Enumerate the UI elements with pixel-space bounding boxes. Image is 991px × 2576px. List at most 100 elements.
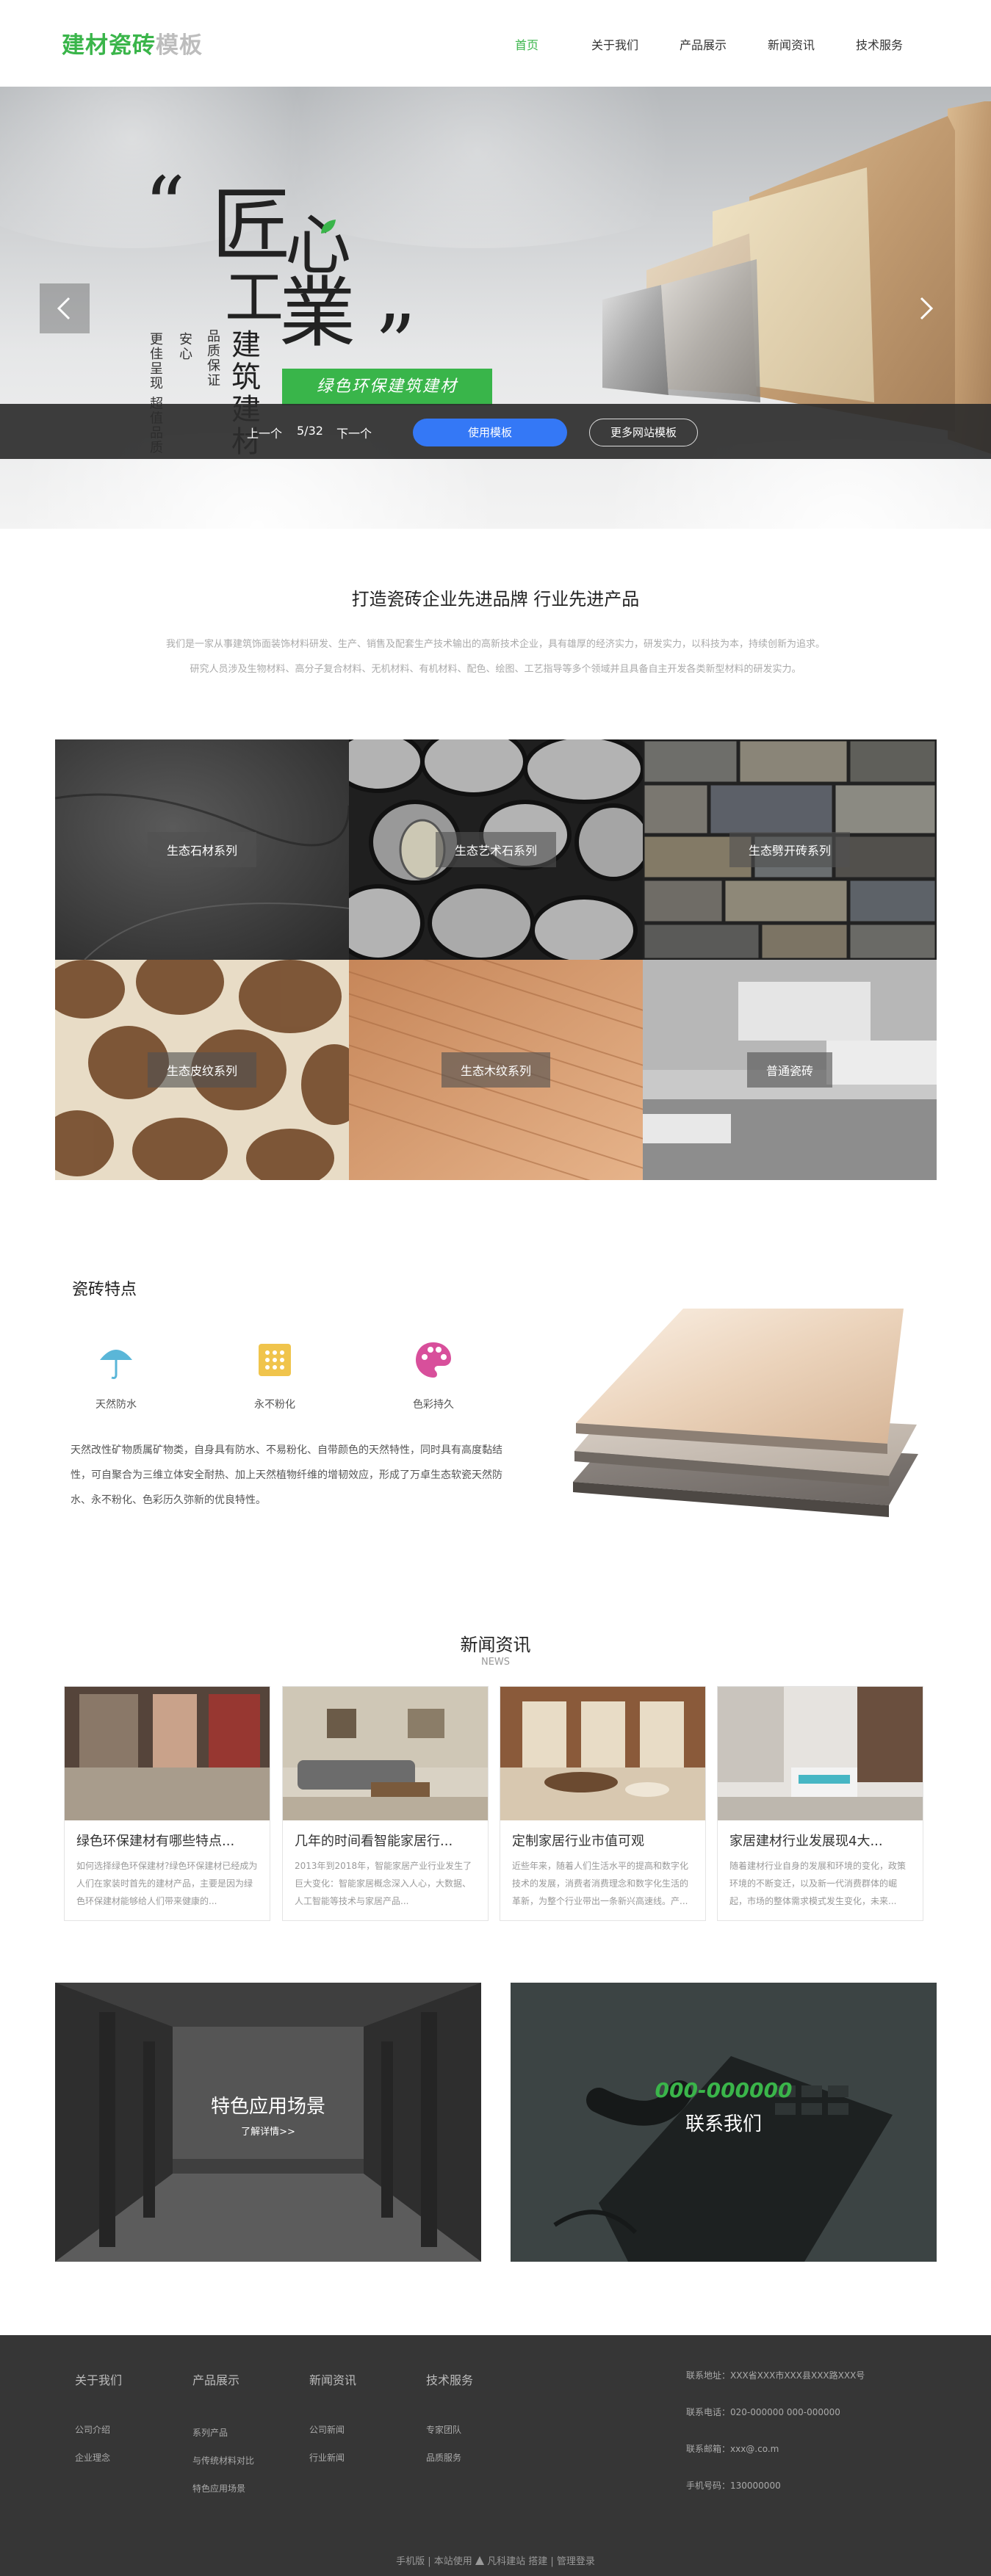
- product-card-leather[interactable]: 生态皮纹系列: [55, 960, 349, 1180]
- news-excerpt: 2013年到2018年，智能家居产业行业发生了巨大变化：智能家居概念深入人心，大…: [295, 1861, 472, 1906]
- green-slogan-tag: 绿色环保建筑建材: [282, 369, 492, 405]
- chevron-left-icon: [57, 297, 71, 320]
- mobile-version-link[interactable]: 手机版: [396, 2556, 425, 2567]
- leaf-icon: [321, 220, 336, 234]
- news-card[interactable]: 绿色环保建材有哪些特点... 如何选择绿色环保建材?绿色环保建材已经成为人们在家…: [64, 1686, 270, 1921]
- news-section-title: 新闻资讯: [460, 1635, 531, 1655]
- product-card-wood[interactable]: 生态木纹系列: [349, 960, 643, 1180]
- product-card-split-brick[interactable]: 生态劈开砖系列: [643, 739, 937, 960]
- features-title: 瓷砖特点: [72, 1281, 137, 1299]
- logo-main-text: 建材瓷砖: [62, 32, 156, 59]
- product-label: 生态艺术石系列: [435, 832, 557, 867]
- site-header: 建材瓷砖模板 首页 关于我们 产品展示 新闻资讯 技术服务: [0, 0, 991, 87]
- promo-detail-link[interactable]: 了解详情>>: [55, 2124, 481, 2138]
- main-nav: 首页 关于我们 产品展示 新闻资讯 技术服务: [483, 35, 923, 53]
- chevron-right-icon: [920, 297, 934, 320]
- product-label: 生态劈开砖系列: [729, 832, 851, 867]
- footer-phone: 联系电话：020-000000 000-000000: [686, 2407, 840, 2417]
- application-scenes-banner[interactable]: 特色应用场景 了解详情>>: [55, 1983, 481, 2262]
- nav-home[interactable]: 首页: [483, 35, 571, 53]
- feature-label: 永不粉化: [254, 1399, 295, 1411]
- footer-heading-tech[interactable]: 技术服务: [426, 2370, 473, 2388]
- char-ye: 業: [279, 268, 356, 358]
- promo-background-image: [55, 1983, 481, 2262]
- use-template-button[interactable]: 使用模板: [413, 419, 567, 446]
- next-template-link[interactable]: 下一个: [336, 424, 372, 441]
- news-card[interactable]: 定制家居行业市值可观 近些年来，随着人们生活水平的提高和数字化技术的发展，消费者…: [500, 1686, 706, 1921]
- fanke-link[interactable]: 凡科建站: [487, 2556, 525, 2567]
- promo-scene-title: 特色应用场景: [210, 2096, 325, 2118]
- footer-link[interactable]: 系列产品: [192, 2426, 228, 2439]
- prev-template-link[interactable]: 上一个: [247, 424, 282, 441]
- char-gong: 工: [225, 264, 284, 332]
- product-card-stone[interactable]: 生态石材系列: [55, 739, 349, 960]
- news-title: 绿色环保建材有哪些特点...: [76, 1834, 235, 1849]
- footer-heading-products[interactable]: 产品展示: [192, 2370, 239, 2388]
- footer-link[interactable]: 公司介绍: [75, 2423, 110, 2436]
- feature-label: 色彩持久: [413, 1399, 454, 1411]
- news-section-subtitle: NEWS: [480, 1657, 511, 1668]
- fanke-logo-icon: [475, 2556, 484, 2565]
- logo-sub-text: 模板: [156, 32, 203, 59]
- prev-slide-button[interactable]: [40, 283, 90, 333]
- feature-label: 天然防水: [96, 1399, 137, 1411]
- news-card[interactable]: 几年的时间看智能家居行... 2013年到2018年，智能家居产业行业发生了巨大…: [282, 1686, 489, 1921]
- more-templates-button[interactable]: 更多网站模板: [589, 419, 698, 446]
- news-excerpt: 随着建材行业自身的发展和环境的变化，政策环境的不断变迁，以及新一代消费群体的崛起…: [729, 1861, 907, 1906]
- intro-paragraph-1: 我们是一家从事建筑饰面装饰材料研发、生产、销售及配套生产技术输出的高新技术企业，…: [165, 639, 825, 650]
- footer-address: 联系地址：XXX省XXX市XXX县XXX路XXX号: [686, 2370, 865, 2381]
- footer-mobile: 手机号码：130000000: [686, 2481, 781, 2491]
- hero-banner: “ 匠 心 工 業 ” 建筑建材 品质保证 安心 更佳呈现 超值品质 绿色环保建…: [0, 87, 991, 529]
- footer-link[interactable]: 特色应用场景: [192, 2482, 245, 2494]
- nav-products[interactable]: 产品展示: [659, 35, 747, 53]
- site-logo[interactable]: 建材瓷砖模板: [62, 26, 203, 59]
- intro-title: 打造瓷砖企业先进品牌 行业先进产品: [351, 589, 640, 609]
- news-image: [718, 1687, 923, 1820]
- footer-heading-news[interactable]: 新闻资讯: [309, 2370, 356, 2388]
- product-label: 生态皮纹系列: [147, 1052, 257, 1088]
- product-label: 生态石材系列: [147, 832, 257, 867]
- product-card-ordinary-tile[interactable]: 普通瓷砖: [643, 960, 937, 1180]
- news-image: [500, 1687, 705, 1820]
- news-excerpt: 如何选择绿色环保建材?绿色环保建材已经成为人们在家装时首先的建材产品，主要是因为…: [76, 1861, 258, 1906]
- nav-tech-service[interactable]: 技术服务: [835, 35, 923, 53]
- footer-link[interactable]: 企业理念: [75, 2451, 110, 2464]
- news-image: [283, 1687, 488, 1820]
- nav-news[interactable]: 新闻资讯: [747, 35, 835, 53]
- features-description: 天然改性矿物质属矿物类，自身具有防水、不易粉化、自带颜色的天然特性，同时具有高度…: [71, 1444, 502, 1506]
- template-control-bar: 上一个 5/32 下一个 使用模板 更多网站模板: [0, 404, 991, 459]
- build-text: 搭建: [528, 2556, 548, 2567]
- footer-link[interactable]: 行业新闻: [309, 2451, 345, 2464]
- news-card[interactable]: 家居建材行业发展现4大... 随着建材行业自身的发展和环境的变化，政策环境的不断…: [717, 1686, 923, 1921]
- contact-banner[interactable]: 000-000000 联系我们: [511, 1983, 937, 2262]
- footer-link[interactable]: 与传统材料对比: [192, 2454, 254, 2467]
- tile-stack-image: [573, 1309, 918, 1517]
- footer-link[interactable]: 品质服务: [426, 2451, 461, 2464]
- umbrella-icon: [94, 1338, 138, 1385]
- product-grid: 生态石材系列 生态艺术石系列 生态劈开砖系列 生态皮纹系列 生态木纹系列 普通瓷…: [55, 739, 937, 1180]
- news-title: 几年的时间看智能家居行...: [295, 1834, 453, 1849]
- news-excerpt: 近些年来，随着人们生活水平的提高和数字化技术的发展，消费者消费理念和数字化生活的…: [512, 1861, 689, 1906]
- vertical-text-relief: 安心: [177, 332, 192, 361]
- footer-email: 联系邮箱：xxx@.co.m: [686, 2444, 779, 2454]
- news-title: 定制家居行业市值可观: [512, 1834, 644, 1849]
- footer-heading-about[interactable]: 关于我们: [75, 2370, 122, 2388]
- quote-open: “: [144, 159, 186, 253]
- admin-login-link[interactable]: 管理登录: [557, 2556, 595, 2567]
- footer-link[interactable]: 公司新闻: [309, 2423, 345, 2436]
- template-counter: 5/32: [297, 424, 323, 438]
- palette-icon: [411, 1338, 455, 1385]
- news-title: 家居建材行业发展现4大...: [729, 1834, 883, 1849]
- dots-grid-icon: [253, 1338, 297, 1385]
- product-label: 普通瓷砖: [746, 1052, 833, 1088]
- footer-link[interactable]: 专家团队: [426, 2423, 461, 2436]
- nav-about[interactable]: 关于我们: [571, 35, 659, 53]
- next-slide-button[interactable]: [901, 283, 951, 333]
- char-jiang: 匠: [212, 180, 292, 272]
- intro-paragraph-2: 研究人员涉及生物材料、高分子复合材料、无机材料、有机材料、配色、绘图、工艺指导等…: [190, 664, 801, 675]
- product-card-art-stone[interactable]: 生态艺术石系列: [349, 739, 643, 960]
- contact-title: 联系我们: [685, 2113, 762, 2135]
- site-use-text: 本站使用: [433, 2556, 472, 2567]
- vertical-text-quality: 品质保证: [205, 329, 220, 388]
- footer-bottom-bar: 手机版 | 本站使用 凡科建站 搭建 | 管理登录: [396, 2556, 595, 2567]
